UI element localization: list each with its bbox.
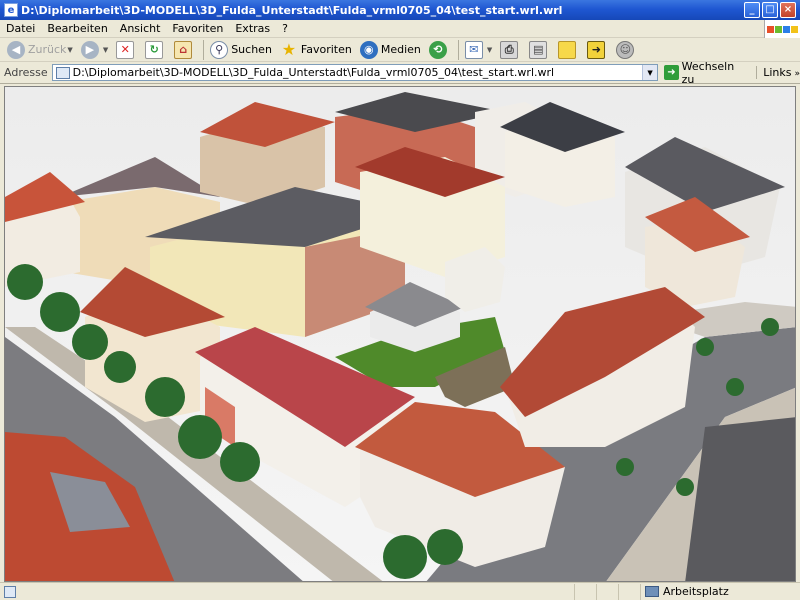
- ie-app-icon[interactable]: e: [4, 3, 18, 17]
- address-bar: Adresse D:\Diplomarbeit\3D-MODELL\3D_Ful…: [0, 60, 800, 86]
- messenger-button[interactable]: ☺: [613, 39, 640, 61]
- discuss-button[interactable]: [555, 39, 582, 61]
- address-label: Adresse: [4, 66, 48, 79]
- forward-arrow-icon: ▶: [80, 40, 99, 59]
- menu-ansicht[interactable]: Ansicht: [114, 21, 167, 37]
- media-globe-icon: ◉: [359, 40, 378, 59]
- stop-icon: ✕: [116, 40, 135, 59]
- mail-dropdown-icon[interactable]: ▼: [487, 46, 492, 54]
- media-button[interactable]: ◉ Medien: [357, 39, 424, 61]
- windows-logo-icon: [764, 20, 800, 38]
- search-icon: ⚲: [210, 40, 229, 59]
- links-button[interactable]: Links»: [756, 66, 800, 79]
- toolbar-separator: [457, 39, 459, 60]
- title-bar[interactable]: e D:\Diplomarbeit\3D-MODELL\3D_Fulda_Unt…: [0, 0, 800, 20]
- security-zone[interactable]: Arbeitsplatz: [640, 583, 800, 600]
- status-cell: [618, 583, 640, 600]
- chevron-right-icon: »: [794, 69, 800, 79]
- menu-favoriten[interactable]: Favoriten: [166, 21, 229, 37]
- go-label: Wechseln zu: [681, 59, 735, 86]
- toolbar: ◀ Zurück ▼ ▶ ▼ ✕ ↻ ⌂ ⚲ Suchen ★ Favorite…: [0, 38, 800, 62]
- address-input[interactable]: D:\Diplomarbeit\3D-MODELL\3D_Fulda_Unter…: [51, 64, 659, 81]
- window-title: D:\Diplomarbeit\3D-MODELL\3D_Fulda_Unter…: [21, 3, 563, 17]
- mail-icon: ✉: [464, 40, 483, 59]
- arrow-right-icon: ➜: [587, 40, 606, 59]
- browser-window: e D:\Diplomarbeit\3D-MODELL\3D_Fulda_Unt…: [0, 0, 800, 600]
- media-label: Medien: [380, 43, 421, 56]
- history-icon: ⟲: [428, 40, 447, 59]
- home-button[interactable]: ⌂: [171, 39, 198, 61]
- history-button[interactable]: ⟲: [426, 39, 453, 61]
- note-icon: [558, 40, 577, 59]
- status-text-area: [0, 584, 574, 600]
- address-value[interactable]: D:\Diplomarbeit\3D-MODELL\3D_Fulda_Unter…: [73, 66, 643, 79]
- go-button[interactable]: ➜ Wechseln zu: [664, 60, 748, 86]
- toolbar-separator: [203, 39, 205, 60]
- back-dropdown-icon[interactable]: ▼: [67, 46, 72, 54]
- status-bar: Arbeitsplatz: [0, 582, 800, 600]
- forward-dropdown-icon[interactable]: ▼: [103, 46, 108, 54]
- close-button[interactable]: ×: [780, 2, 796, 18]
- menu-help[interactable]: ?: [276, 21, 294, 37]
- menu-datei[interactable]: Datei: [0, 21, 41, 37]
- search-label: Suchen: [231, 43, 272, 56]
- mail-button[interactable]: ✉ ▼: [462, 39, 495, 61]
- back-button[interactable]: ◀ Zurück ▼: [4, 39, 76, 61]
- favorites-label: Favoriten: [300, 43, 352, 56]
- research-button[interactable]: ➜: [584, 39, 611, 61]
- status-page-icon: [4, 585, 16, 598]
- menu-bar: Datei Bearbeiten Ansicht Favoriten Extra…: [0, 20, 800, 38]
- links-label: Links: [763, 66, 792, 79]
- vrml-3d-viewport[interactable]: [4, 86, 796, 582]
- print-button[interactable]: ⎙: [497, 39, 524, 61]
- maximize-button[interactable]: □: [762, 2, 778, 18]
- menu-extras[interactable]: Extras: [229, 21, 276, 37]
- home-icon: ⌂: [174, 40, 193, 59]
- city-model-render[interactable]: [5, 87, 796, 582]
- menu-bearbeiten[interactable]: Bearbeiten: [41, 21, 113, 37]
- refresh-icon: ↻: [145, 40, 164, 59]
- status-cell: [596, 583, 618, 600]
- search-button[interactable]: ⚲ Suchen: [207, 39, 275, 61]
- edit-page-icon: ▤: [529, 40, 548, 59]
- messenger-icon: ☺: [616, 40, 635, 59]
- printer-icon: ⎙: [500, 40, 519, 59]
- address-dropdown-icon[interactable]: ▼: [642, 65, 658, 80]
- go-arrow-icon: ➜: [664, 65, 679, 80]
- refresh-button[interactable]: ↻: [142, 39, 169, 61]
- minimize-button[interactable]: _: [744, 2, 760, 18]
- star-icon: ★: [281, 40, 297, 59]
- edit-button[interactable]: ▤: [526, 39, 553, 61]
- stop-button[interactable]: ✕: [113, 39, 140, 61]
- forward-button[interactable]: ▶ ▼: [78, 39, 111, 61]
- favorites-button[interactable]: ★ Favoriten: [277, 39, 355, 61]
- status-cell: [574, 583, 596, 600]
- back-label: Zurück: [28, 43, 67, 56]
- back-arrow-icon: ◀: [7, 40, 25, 59]
- page-icon: [55, 66, 70, 79]
- zone-label: Arbeitsplatz: [663, 585, 729, 598]
- computer-icon: [645, 586, 659, 597]
